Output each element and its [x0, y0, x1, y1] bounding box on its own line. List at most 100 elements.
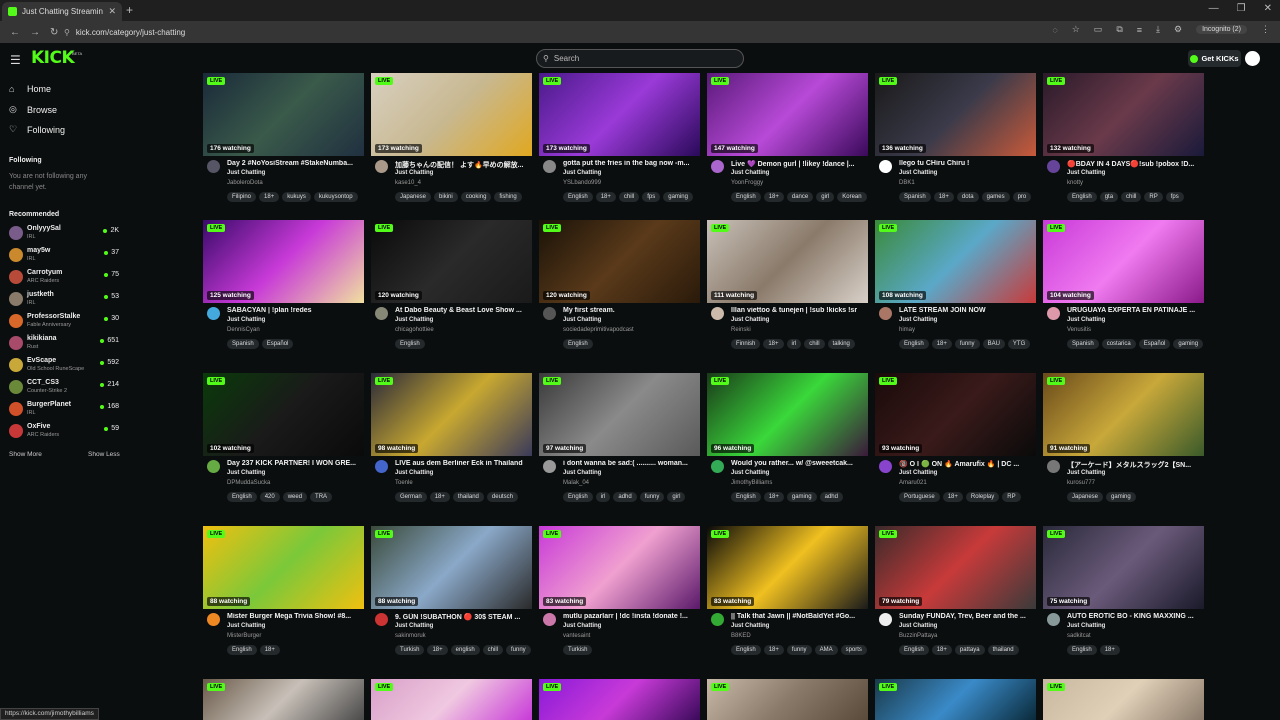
- stream-title[interactable]: URUGUAYA EXPERTA EN PATINAJE ...: [1067, 307, 1204, 314]
- streamer-name[interactable]: chicagohottiee: [395, 327, 434, 333]
- stream-thumbnail[interactable]: LIVE: [707, 679, 868, 720]
- tag-chip[interactable]: 18+: [931, 645, 952, 655]
- menu-dots-icon[interactable]: ⋮: [1261, 24, 1270, 35]
- stream-thumbnail[interactable]: LIVE 173 watching: [371, 73, 532, 156]
- stream-card[interactable]: LIVE 83 watching mutlu pazarlarr | !dc !in…: [539, 526, 700, 676]
- streamer-avatar[interactable]: [711, 160, 724, 173]
- maximize-icon[interactable]: ❐: [1237, 3, 1246, 14]
- tag-chip[interactable]: girl: [667, 492, 686, 502]
- recommended-channel[interactable]: BurgerPlanet IRL 168: [9, 400, 121, 420]
- tag-chip[interactable]: 18+: [933, 192, 954, 202]
- streamer-avatar[interactable]: [711, 307, 724, 320]
- tag-chip[interactable]: 18+: [763, 192, 784, 202]
- stream-thumbnail[interactable]: LIVE 108 watching: [875, 220, 1036, 303]
- stream-thumbnail[interactable]: LIVE: [371, 679, 532, 720]
- tag-chip[interactable]: 18+: [259, 192, 280, 202]
- stream-category[interactable]: Just Chatting: [731, 170, 769, 176]
- tag-chip[interactable]: dota: [956, 192, 979, 202]
- stream-card[interactable]: LIVE 88 watching Mister Burger Mega Trivia…: [203, 526, 364, 676]
- tag-chip[interactable]: 18+: [427, 645, 448, 655]
- stream-title[interactable]: 9. GÜN !SUBATHON 🔴 30$ STEAM ...: [395, 613, 532, 621]
- streamer-name[interactable]: himay: [899, 327, 915, 333]
- stream-title[interactable]: At Dabo Beauty & Beast Love Show ...: [395, 307, 532, 314]
- stream-thumbnail[interactable]: LIVE 93 watching: [875, 373, 1036, 456]
- tag-chip[interactable]: Roleplay: [965, 492, 1000, 502]
- show-less-button[interactable]: Show Less: [88, 451, 120, 458]
- stream-thumbnail[interactable]: LIVE 88 watching: [371, 526, 532, 609]
- stream-card[interactable]: LIVE 147 watching Live 💜 Demon gurl | !lik…: [707, 73, 868, 223]
- tag-chip[interactable]: chill: [804, 339, 825, 349]
- user-avatar[interactable]: [1245, 51, 1260, 66]
- tag-chip[interactable]: thailand: [452, 492, 484, 502]
- streamer-name[interactable]: sociedadeprimitivapodcast: [563, 327, 634, 333]
- streamer-avatar[interactable]: [207, 460, 220, 473]
- streamer-name[interactable]: JaboleroDota: [227, 180, 263, 186]
- stream-thumbnail[interactable]: LIVE 120 watching: [371, 220, 532, 303]
- stream-title[interactable]: LIVE aus dem Berliner Eck in Thailand: [395, 460, 532, 467]
- close-tab-icon[interactable]: ✕: [108, 6, 116, 17]
- recommended-channel[interactable]: EvScape Old School RuneScape 592: [9, 356, 121, 376]
- close-window-icon[interactable]: ✕: [1264, 3, 1272, 14]
- minimize-icon[interactable]: —: [1209, 3, 1219, 14]
- stream-title[interactable]: Day 2 #NoYosiStream #StakeNumba...: [227, 160, 364, 167]
- tag-chip[interactable]: funny: [639, 492, 665, 502]
- site-info-icon[interactable]: ⚲: [64, 28, 70, 37]
- stream-card[interactable]: LIVE 132 watching 🔴BDAY IN 4 DAYS🔴!sub !po…: [1043, 73, 1204, 223]
- stream-thumbnail[interactable]: LIVE 79 watching: [875, 526, 1036, 609]
- recommended-channel[interactable]: OxFive ARC Raiders 59: [9, 422, 121, 442]
- streamer-name[interactable]: YoonFroggy: [731, 180, 763, 186]
- search-input[interactable]: ⚲ Search: [536, 49, 744, 68]
- tag-chip[interactable]: English: [731, 192, 761, 202]
- eye-off-icon[interactable]: ◌: [1052, 25, 1057, 35]
- tag-chip[interactable]: English: [563, 192, 593, 202]
- streamer-name[interactable]: DennisCyan: [227, 327, 260, 333]
- tag-chip[interactable]: cooking: [460, 192, 492, 202]
- streamer-avatar[interactable]: [1047, 460, 1060, 473]
- stream-category[interactable]: Just Chatting: [395, 170, 433, 176]
- tag-chip[interactable]: English: [899, 645, 929, 655]
- stream-card[interactable]: LIVE 111 watching Illan viettoo & tunejen …: [707, 220, 868, 370]
- hamburger-menu-icon[interactable]: ☰: [10, 53, 21, 67]
- streamer-avatar[interactable]: [543, 307, 556, 320]
- stream-card[interactable]: LIVE 136 watching llego tu CHiru Chiru ! Ju…: [875, 73, 1036, 223]
- streamer-name[interactable]: B8KED: [731, 633, 751, 639]
- recommended-channel[interactable]: Carrotyum ARC Raiders 75: [9, 268, 121, 288]
- recommended-channel[interactable]: CCT_CS3 Counter-Strike 2 214: [9, 378, 121, 398]
- streamer-avatar[interactable]: [375, 460, 388, 473]
- tag-chip[interactable]: funny: [954, 339, 980, 349]
- stream-thumbnail[interactable]: LIVE 83 watching: [707, 526, 868, 609]
- stream-card[interactable]: LIVE: [371, 679, 532, 720]
- tag-chip[interactable]: English: [1067, 192, 1097, 202]
- back-icon[interactable]: ←: [10, 27, 20, 38]
- stream-category[interactable]: Just Chatting: [563, 470, 601, 476]
- stream-thumbnail[interactable]: LIVE 98 watching: [371, 373, 532, 456]
- stream-thumbnail[interactable]: LIVE: [1043, 679, 1204, 720]
- tag-chip[interactable]: 18+: [763, 339, 784, 349]
- tag-chip[interactable]: Turkish: [395, 645, 425, 655]
- stream-thumbnail[interactable]: LIVE 176 watching: [203, 73, 364, 156]
- stream-title[interactable]: SABACYAN | !plan !redes: [227, 307, 364, 314]
- streamer-name[interactable]: JimothyBilliams: [731, 480, 772, 486]
- stream-title[interactable]: mutlu pazarlarr | !dc !insta !donate !..…: [563, 613, 700, 620]
- tag-chip[interactable]: funny: [786, 645, 812, 655]
- stream-card[interactable]: LIVE 173 watching gotta put the fries in t…: [539, 73, 700, 223]
- tag-chip[interactable]: Spanish: [227, 339, 259, 349]
- stream-title[interactable]: 🔞 O I 🟢 ON 🔥 Amarufix 🔥 | DC ...: [899, 460, 1036, 468]
- tag-chip[interactable]: fps: [642, 192, 661, 202]
- streamer-name[interactable]: vantesaint: [563, 633, 590, 639]
- bookmark-star-icon[interactable]: ☆: [1072, 24, 1080, 35]
- url-field[interactable]: ⚲ kick.com/category/just-chatting: [64, 24, 1094, 40]
- tag-chip[interactable]: Spanish: [899, 192, 931, 202]
- tag-chip[interactable]: Español: [261, 339, 294, 349]
- stream-card[interactable]: LIVE 108 watching LATE STREAM JOIN NOW Just…: [875, 220, 1036, 370]
- tag-chip[interactable]: funny: [506, 645, 531, 655]
- tag-chip[interactable]: kukuysontop: [313, 192, 358, 202]
- streamer-avatar[interactable]: [879, 460, 892, 473]
- tag-chip[interactable]: English: [731, 645, 761, 655]
- tag-chip[interactable]: pattaya: [954, 645, 985, 655]
- stream-thumbnail[interactable]: LIVE 75 watching: [1043, 526, 1204, 609]
- tag-chip[interactable]: 18+: [763, 492, 784, 502]
- tag-chip[interactable]: fishing: [494, 192, 522, 202]
- streamer-name[interactable]: sadkitcat: [1067, 633, 1091, 639]
- stream-category[interactable]: Just Chatting: [899, 317, 937, 323]
